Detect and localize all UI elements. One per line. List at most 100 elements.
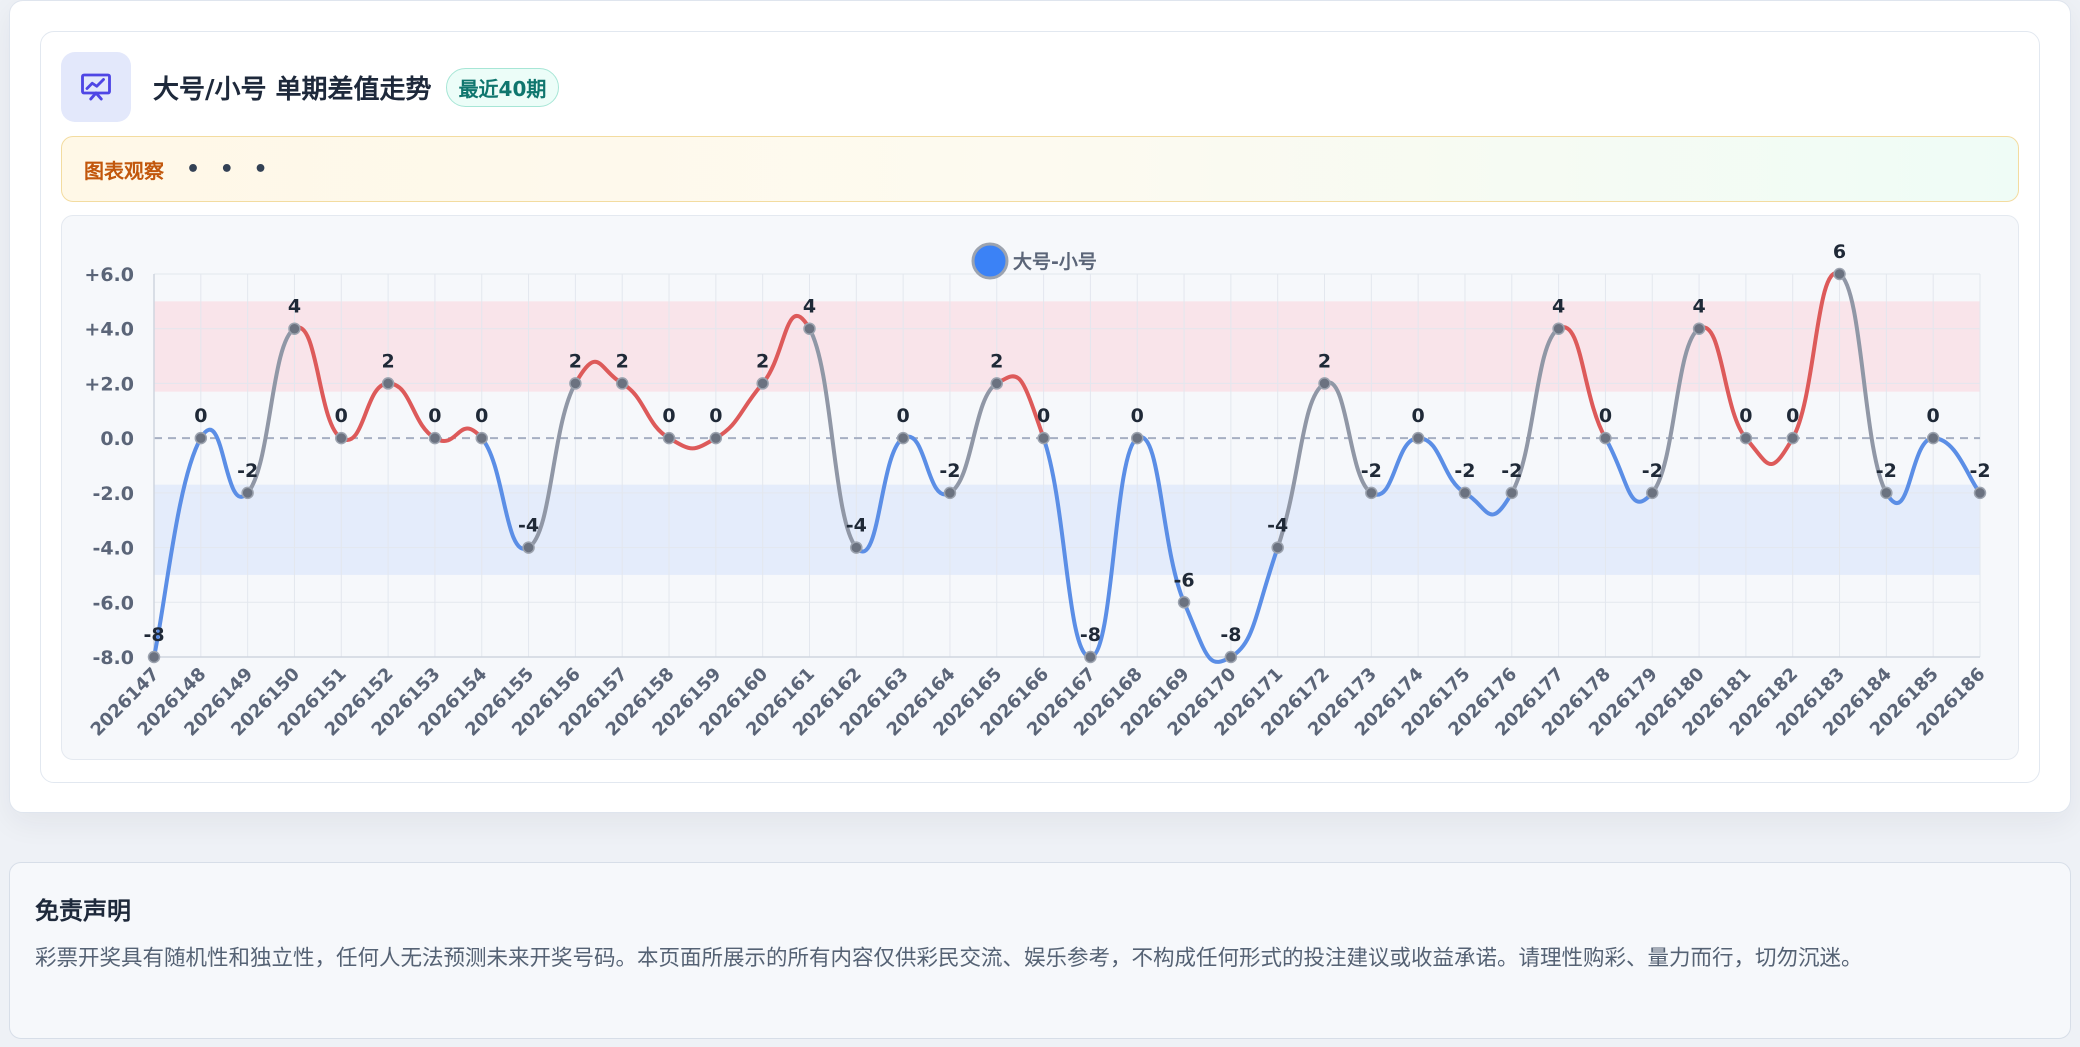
chart-title: 大号/小号 单期差值走势	[153, 74, 432, 105]
disclaimer-card: 免责声明 彩票开奖具有随机性和独立性，任何人无法预测未来开奖号码。本页面所展示的…	[9, 862, 2071, 1039]
data-point	[1037, 431, 1050, 445]
data-label: 0	[1786, 405, 1799, 427]
data-point	[896, 431, 910, 445]
chart-section-card: 大号/小号 单期差值走势 最近40期 图表观察 • • • +6.0 +4.0 +2…	[9, 0, 2071, 813]
data-label: 2	[1318, 350, 1331, 372]
data-point	[756, 377, 769, 390]
series-line-segment	[1743, 436, 1795, 466]
data-label: 0	[194, 405, 207, 427]
data-point	[1552, 322, 1565, 335]
data-label: -4	[518, 515, 539, 537]
data-point	[522, 541, 535, 554]
data-point	[1973, 486, 1987, 500]
observation-label: 图表观察	[84, 158, 164, 183]
data-label: -8	[1220, 624, 1241, 646]
data-label: -4	[846, 515, 867, 537]
data-label: 0	[1037, 405, 1050, 427]
y-tick-label: -6.0	[92, 592, 134, 614]
chart-header: 大号/小号 单期差值走势 最近40期	[61, 52, 560, 122]
data-point	[1646, 486, 1659, 500]
data-point	[803, 322, 816, 335]
data-label: 0	[1927, 405, 1940, 427]
data-label: 0	[897, 405, 910, 427]
data-point	[1833, 267, 1846, 281]
data-label: -8	[1080, 624, 1101, 646]
data-label: 4	[1692, 296, 1705, 318]
data-point	[1130, 431, 1144, 445]
data-point	[1271, 541, 1284, 554]
y-tick-label: 0.0	[100, 428, 134, 450]
chart-card: 大号/小号 单期差值走势 最近40期 图表观察 • • • +6.0 +4.0 +2…	[40, 31, 2040, 783]
y-tick-label: -4.0	[92, 538, 134, 560]
data-point	[1411, 431, 1425, 445]
data-point	[1505, 486, 1519, 500]
data-label: 0	[1412, 405, 1425, 427]
data-point	[194, 431, 208, 445]
data-point	[241, 486, 254, 500]
data-label: -2	[1969, 460, 1990, 482]
data-point	[1318, 377, 1331, 390]
data-label: -8	[143, 624, 164, 646]
disclaimer-text: 彩票开奖具有随机性和独立性，任何人无法预测未来开奖号码。本页面所展示的所有内容仅…	[35, 946, 1863, 971]
data-point	[615, 377, 629, 390]
data-label: 4	[1552, 296, 1565, 318]
data-label: 4	[288, 296, 301, 318]
positive-band	[154, 301, 1980, 392]
data-label: -2	[1876, 460, 1897, 482]
y-tick-label: +2.0	[84, 373, 134, 395]
data-label: 6	[1833, 241, 1846, 263]
legend-marker	[971, 242, 1009, 280]
data-point	[850, 541, 863, 554]
presentation-chart-icon	[61, 52, 131, 122]
data-point	[1739, 431, 1753, 445]
data-point	[943, 486, 957, 500]
line-chart: +6.0+4.0+2.00.0-2.0-4.0-6.0-8.0202614720…	[84, 241, 1990, 741]
data-label: 0	[662, 405, 675, 427]
data-label: 0	[1599, 405, 1612, 427]
disclaimer-title: 免责声明	[35, 897, 131, 925]
data-label: -2	[1501, 460, 1522, 482]
data-point	[662, 431, 676, 445]
data-point	[335, 431, 348, 445]
data-point	[990, 377, 1004, 390]
series-line-segment	[667, 436, 718, 451]
data-point	[1084, 650, 1097, 664]
data-label: -2	[1642, 460, 1663, 482]
data-point	[1692, 322, 1706, 335]
data-label: 2	[381, 350, 394, 372]
data-point	[1880, 486, 1893, 500]
data-point	[288, 322, 301, 335]
data-label: -2	[237, 460, 258, 482]
data-point	[709, 431, 723, 445]
data-label: 0	[335, 405, 348, 427]
data-label: 4	[803, 296, 816, 318]
data-point	[381, 377, 395, 390]
data-label: 0	[1739, 405, 1752, 427]
data-label: 2	[756, 350, 769, 372]
period-badge: 最近40期	[445, 67, 560, 107]
y-tick-label: +4.0	[84, 319, 134, 341]
data-point	[1458, 486, 1472, 500]
data-point	[428, 431, 442, 445]
y-tick-label: +6.0	[84, 264, 134, 286]
data-label: 2	[569, 350, 582, 372]
data-point	[1177, 596, 1191, 609]
data-label: 0	[475, 405, 488, 427]
data-label: 0	[428, 405, 441, 427]
chart-observation-bar: 图表观察 • • •	[61, 136, 2019, 202]
legend-label: 大号-小号	[1013, 250, 1097, 273]
y-tick-label: -2.0	[92, 483, 134, 505]
data-point	[1224, 650, 1238, 664]
data-label: -2	[1361, 460, 1382, 482]
data-point	[1599, 431, 1612, 445]
data-label: 2	[990, 350, 1003, 372]
data-label: -2	[939, 460, 960, 482]
data-point	[1926, 431, 1940, 445]
chart-panel: +6.0 +4.0 +2.0 0.0 -2.0 -4.0 -6.0 -8.0 2026147 20…	[61, 215, 2019, 760]
series-line-segment	[713, 381, 765, 441]
data-point	[1365, 486, 1378, 500]
series-line-segment	[339, 381, 391, 442]
data-point	[569, 377, 582, 390]
data-label: -6	[1173, 569, 1194, 591]
y-tick-label: -8.0	[92, 647, 134, 669]
